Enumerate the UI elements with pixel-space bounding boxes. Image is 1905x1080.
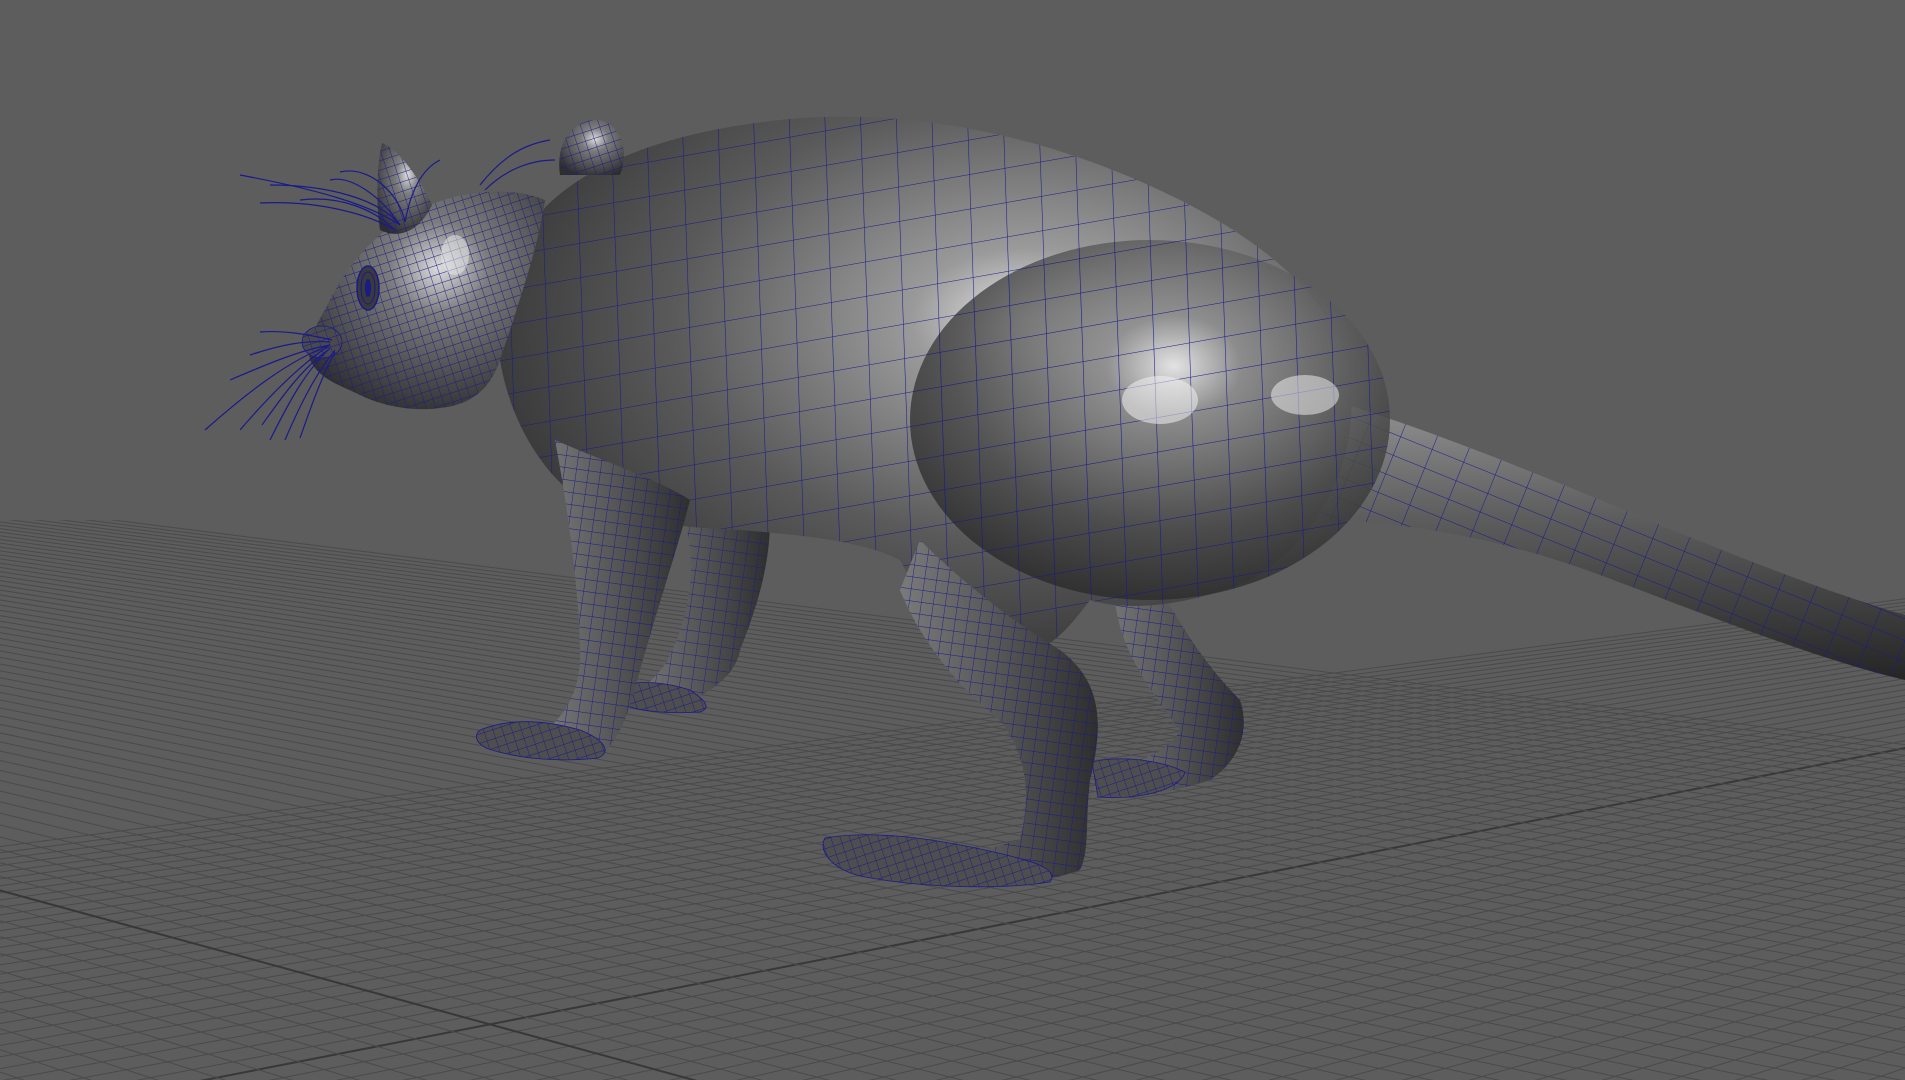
3d-viewport[interactable]	[0, 0, 1905, 1080]
eye[interactable]	[356, 265, 380, 311]
viewport-canvas[interactable]	[0, 0, 1905, 1080]
